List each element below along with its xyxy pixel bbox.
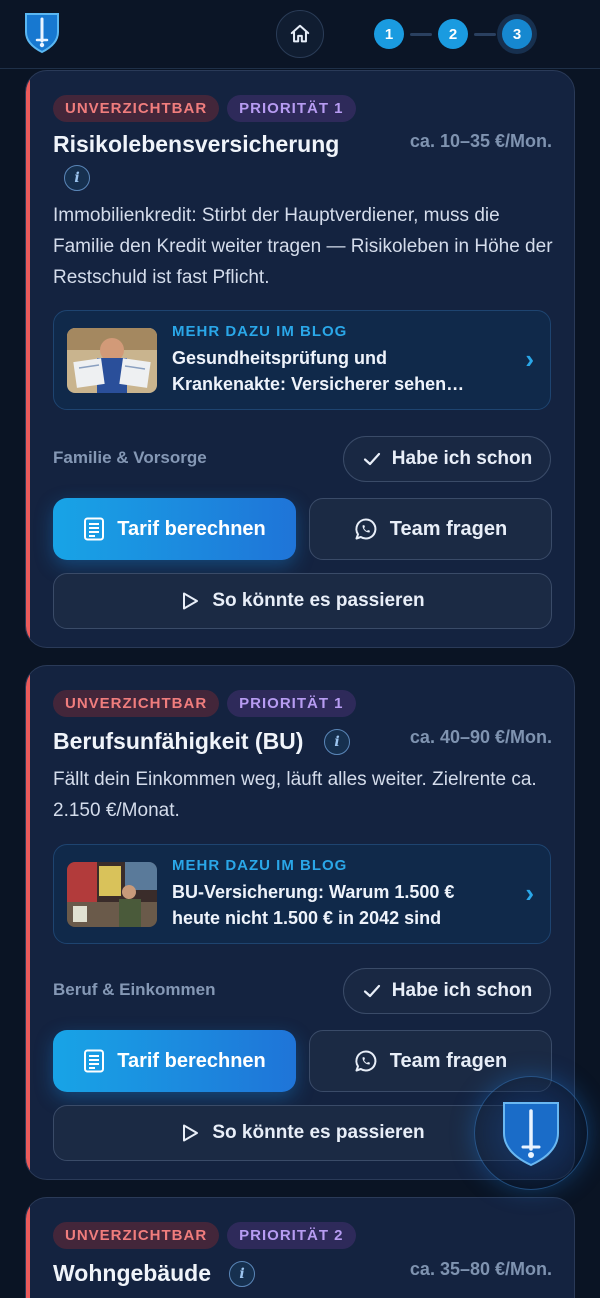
chevron-right-icon: › (525, 344, 534, 374)
ask-team-button[interactable]: Team fragen (309, 498, 552, 560)
insurance-card-risikoleben: UNVERZICHTBAR PRIORITÄT 1 Risikolebensve… (25, 70, 575, 648)
insurance-card-wohngebaeude: UNVERZICHTBAR PRIORITÄT 2 Wohngebäude i … (25, 1197, 575, 1298)
have-already-label: Habe ich schon (391, 980, 533, 1001)
badge-group: UNVERZICHTBAR PRIORITÄT 1 (53, 690, 356, 717)
blog-thumbnail (67, 862, 157, 927)
step-2[interactable]: 2 (438, 19, 468, 49)
chevron-right-icon: › (525, 878, 534, 908)
have-already-button[interactable]: Habe ich schon (343, 436, 551, 482)
priority-badge: PRIORITÄT 1 (227, 690, 356, 717)
card-description: Fällt dein Einkommen weg, läuft alles we… (53, 769, 537, 821)
card-title: Berufsunfähigkeit (BU) (53, 728, 304, 754)
category-label: Beruf & Einkommen (53, 980, 216, 999)
blog-title: Gesundheitsprüfung und Krankenakte: Vers… (172, 348, 465, 394)
calculate-tariff-button[interactable]: Tarif berechnen (53, 498, 296, 560)
step-1[interactable]: 1 (374, 19, 404, 49)
progress-steps: 1 2 3 (374, 18, 532, 50)
blog-thumbnail (67, 328, 157, 393)
necessity-badge: UNVERZICHTBAR (53, 1222, 220, 1249)
shield-logo-icon[interactable] (22, 10, 62, 54)
necessity-badge: UNVERZICHTBAR (53, 690, 220, 717)
price-range: ca. 40–90 €/Mon. (409, 727, 552, 747)
calculator-document-icon (84, 517, 105, 541)
info-icon[interactable]: i (324, 729, 350, 755)
shield-sword-icon (503, 1102, 559, 1167)
blog-kicker: MEHR DAZU IM BLOG (172, 323, 348, 340)
home-icon (290, 24, 310, 43)
calculate-tariff-button[interactable]: Tarif berechnen (53, 1030, 296, 1092)
assistant-fab[interactable] (474, 1076, 588, 1190)
blog-link[interactable]: MEHR DAZU IM BLOG BU-Versicherung: Warum… (53, 844, 551, 944)
badge-group: UNVERZICHTBAR PRIORITÄT 2 (53, 1222, 356, 1249)
info-icon[interactable]: i (64, 165, 90, 191)
whatsapp-icon (355, 518, 377, 540)
card-description: Immobilienkredit: Stirbt der Hauptverdie… (53, 205, 553, 288)
whatsapp-icon (355, 1050, 377, 1072)
have-already-button[interactable]: Habe ich schon (343, 968, 551, 1014)
ask-team-label: Team fragen (389, 1049, 508, 1072)
blog-kicker: MEHR DAZU IM BLOG (172, 857, 348, 874)
top-bar: 1 2 3 (0, 0, 600, 69)
scenario-button[interactable]: So könnte es passieren (53, 573, 552, 629)
check-icon (363, 984, 380, 998)
step-3[interactable]: 3 (502, 19, 532, 49)
play-icon (183, 1124, 199, 1142)
necessity-badge: UNVERZICHTBAR (53, 95, 220, 122)
home-button[interactable] (276, 10, 324, 58)
category-label: Familie & Vorsorge (53, 448, 207, 467)
have-already-label: Habe ich schon (391, 448, 533, 469)
step-connector (474, 32, 496, 36)
info-icon[interactable]: i (229, 1261, 255, 1287)
price-range: ca. 10–35 €/Mon. (409, 131, 552, 151)
card-title: Wohngebäude (53, 1260, 212, 1286)
card-title: Risikolebensversicherung (53, 131, 340, 157)
step-connector (410, 32, 432, 36)
scenario-label: So könnte es passieren (212, 1122, 425, 1143)
badge-group: UNVERZICHTBAR PRIORITÄT 1 (53, 95, 356, 122)
calculate-tariff-label: Tarif berechnen (117, 1049, 266, 1072)
check-icon (363, 452, 380, 466)
calculate-tariff-label: Tarif berechnen (117, 517, 266, 540)
scenario-label: So könnte es passieren (212, 590, 425, 611)
priority-badge: PRIORITÄT 1 (227, 95, 356, 122)
price-range: ca. 35–80 €/Mon. (409, 1259, 552, 1279)
ask-team-label: Team fragen (389, 517, 508, 540)
calculator-document-icon (84, 1049, 105, 1073)
play-icon (183, 592, 199, 610)
priority-badge: PRIORITÄT 2 (227, 1222, 356, 1249)
blog-link[interactable]: MEHR DAZU IM BLOG Gesundheitsprüfung und… (53, 310, 551, 410)
blog-title: BU-Versicherung: Warum 1.500 € heute nic… (172, 882, 455, 928)
